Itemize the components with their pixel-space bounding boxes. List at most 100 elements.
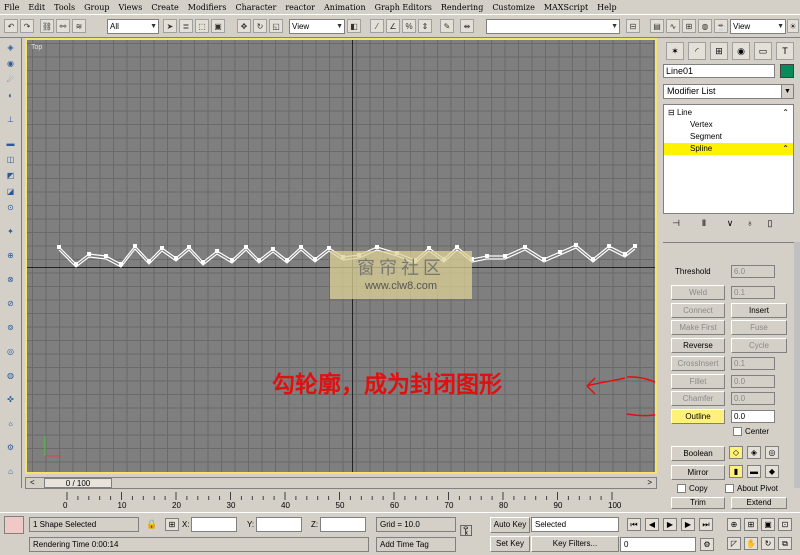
fillet-spinner[interactable]: 0.0 [731, 375, 775, 388]
weld-spinner[interactable]: 0.1 [731, 286, 775, 299]
outline-button[interactable]: Outline [671, 409, 725, 424]
spline-vertex[interactable] [57, 245, 61, 249]
tool-icon-7[interactable]: ◫ [4, 154, 17, 165]
key-filters-button[interactable]: Key Filters... [531, 536, 619, 552]
play-icon[interactable]: ▶ [663, 518, 677, 531]
spline-vertex[interactable] [375, 245, 379, 249]
spline-vertex[interactable] [104, 254, 108, 258]
menu-item-tools[interactable]: Tools [54, 3, 75, 12]
mirror-both-icon[interactable]: ◆ [765, 465, 779, 478]
reference-coordinate-dropdown[interactable]: View [289, 19, 345, 34]
percent-snap-icon[interactable]: % [402, 19, 416, 33]
extend-button[interactable]: Extend [731, 497, 787, 509]
spline-vertex[interactable] [503, 254, 507, 258]
subtraction-icon[interactable]: ◈ [747, 446, 761, 459]
render-scene-icon[interactable]: ☕ [714, 19, 728, 33]
tool-icon-15[interactable]: ⊚ [4, 322, 17, 333]
material-editor-icon[interactable]: ◍ [698, 19, 712, 33]
tool-icon-3[interactable]: ☄ [4, 74, 17, 85]
tool-icon-20[interactable]: ⚙ [4, 442, 17, 453]
mirror-icon[interactable]: ⇹ [460, 19, 474, 33]
named-selection-sets-dropdown[interactable] [486, 19, 620, 34]
z-coordinate-field[interactable] [320, 517, 366, 532]
menu-item-create[interactable]: Create [151, 3, 178, 12]
spline-vertex[interactable] [313, 257, 317, 261]
hierarchy-tab-icon[interactable]: ⊞ [710, 42, 728, 60]
object-name-field[interactable]: Line01 [663, 64, 775, 78]
tool-icon-16[interactable]: ◎ [4, 346, 17, 357]
menu-item-help[interactable]: Help [597, 3, 616, 12]
current-frame-field[interactable]: 0 [620, 537, 696, 552]
x-coordinate-field[interactable] [191, 517, 237, 532]
modifier-list-dropdown[interactable]: Modifier List ▼ [663, 84, 794, 99]
spline-vertex[interactable] [485, 254, 489, 258]
field-of-view-icon[interactable]: ◸ [727, 537, 741, 550]
pin-stack-icon[interactable]: ⊣ [668, 218, 684, 232]
tool-icon-13[interactable]: ⊗ [4, 274, 17, 285]
crossinsert-button[interactable]: CrossInsert [671, 356, 725, 371]
align-icon[interactable]: ⊟ [626, 19, 640, 33]
lock-icon[interactable]: 🔒 [146, 519, 157, 530]
key-icon[interactable]: ⚿ [460, 523, 472, 541]
render-view-dropdown[interactable]: View [730, 19, 786, 34]
spline-vertex[interactable] [591, 257, 595, 261]
undo-icon[interactable]: ↶ [4, 19, 18, 33]
spline-vertex[interactable] [119, 262, 123, 266]
reverse-button[interactable]: Reverse [671, 338, 725, 353]
display-tab-icon[interactable]: ▭ [754, 42, 772, 60]
menu-item-group[interactable]: Group [84, 3, 109, 12]
tool-icon-14[interactable]: ⊘ [4, 298, 17, 309]
motion-tab-icon[interactable]: ◉ [732, 42, 750, 60]
rectangle-selection-icon[interactable]: ⬚ [195, 19, 209, 33]
tool-icon-6[interactable]: ▬ [4, 138, 17, 149]
tool-icon-21[interactable]: ⌂ [4, 466, 17, 477]
spline-vertex[interactable] [623, 252, 627, 256]
tool-icon-19[interactable]: ☼ [4, 418, 17, 429]
spline-vertex[interactable] [427, 246, 431, 250]
trim-button[interactable]: Trim [671, 497, 725, 509]
spline-vertex[interactable] [201, 260, 205, 264]
zoom-all-icon[interactable]: ⊞ [744, 518, 758, 531]
menu-item-file[interactable]: File [4, 3, 19, 12]
spline-vertex[interactable] [244, 245, 248, 249]
spline-vertex[interactable] [327, 246, 331, 250]
spline-vertex[interactable] [633, 244, 637, 248]
insert-button[interactable]: Insert [731, 303, 787, 318]
menu-item-animation[interactable]: Animation [324, 3, 366, 12]
tool-icon-10[interactable]: ⊙ [4, 202, 17, 213]
union-icon[interactable]: ◇ [729, 446, 743, 459]
go-to-start-icon[interactable]: ⏮ [627, 518, 641, 531]
make-unique-icon[interactable]: ∨ [722, 218, 738, 232]
chamfer-button[interactable]: Chamfer [671, 391, 725, 406]
weld-button[interactable]: Weld [671, 285, 725, 300]
spline-vertex[interactable] [133, 244, 137, 248]
spline-vertex[interactable] [257, 258, 261, 262]
stack-item-vertex[interactable]: Vertex [664, 119, 793, 131]
connect-button[interactable]: Connect [671, 303, 725, 318]
zoom-extents-icon[interactable]: ▣ [761, 518, 775, 531]
fillet-button[interactable]: Fillet [671, 374, 725, 389]
tool-icon-8[interactable]: ◩ [4, 170, 17, 181]
bind-space-warp-icon[interactable]: ≋ [72, 19, 86, 33]
spinner-snap-icon[interactable]: ⇕ [418, 19, 432, 33]
mirror-button[interactable]: Mirror [671, 465, 725, 480]
scale-icon[interactable]: ◱ [269, 19, 283, 33]
set-key-button[interactable]: Set Key [490, 536, 530, 552]
command-panel-scrollbar[interactable] [794, 242, 800, 488]
select-object-icon[interactable]: ➤ [163, 19, 177, 33]
menu-item-rendering[interactable]: Rendering [441, 3, 483, 12]
fuse-button[interactable]: Fuse [731, 320, 787, 335]
time-slider[interactable]: 0 / 100 < > [25, 477, 657, 489]
show-end-result-icon[interactable]: Ⅱ [696, 218, 712, 232]
menu-item-views[interactable]: Views [118, 3, 142, 12]
curve-editor-icon[interactable]: ∿ [666, 19, 680, 33]
boolean-button[interactable]: Boolean [671, 446, 725, 461]
redo-icon[interactable]: ↷ [20, 19, 34, 33]
zoom-icon[interactable]: ⊕ [727, 518, 741, 531]
maxscript-listener[interactable] [4, 516, 24, 534]
menu-item-graph-editors[interactable]: Graph Editors [375, 3, 432, 12]
zoom-extents-all-icon[interactable]: ⊡ [778, 518, 792, 531]
tool-icon-2[interactable]: ◉ [4, 58, 17, 69]
select-by-name-icon[interactable]: ≣ [179, 19, 193, 33]
spline-vertex[interactable] [523, 245, 527, 249]
